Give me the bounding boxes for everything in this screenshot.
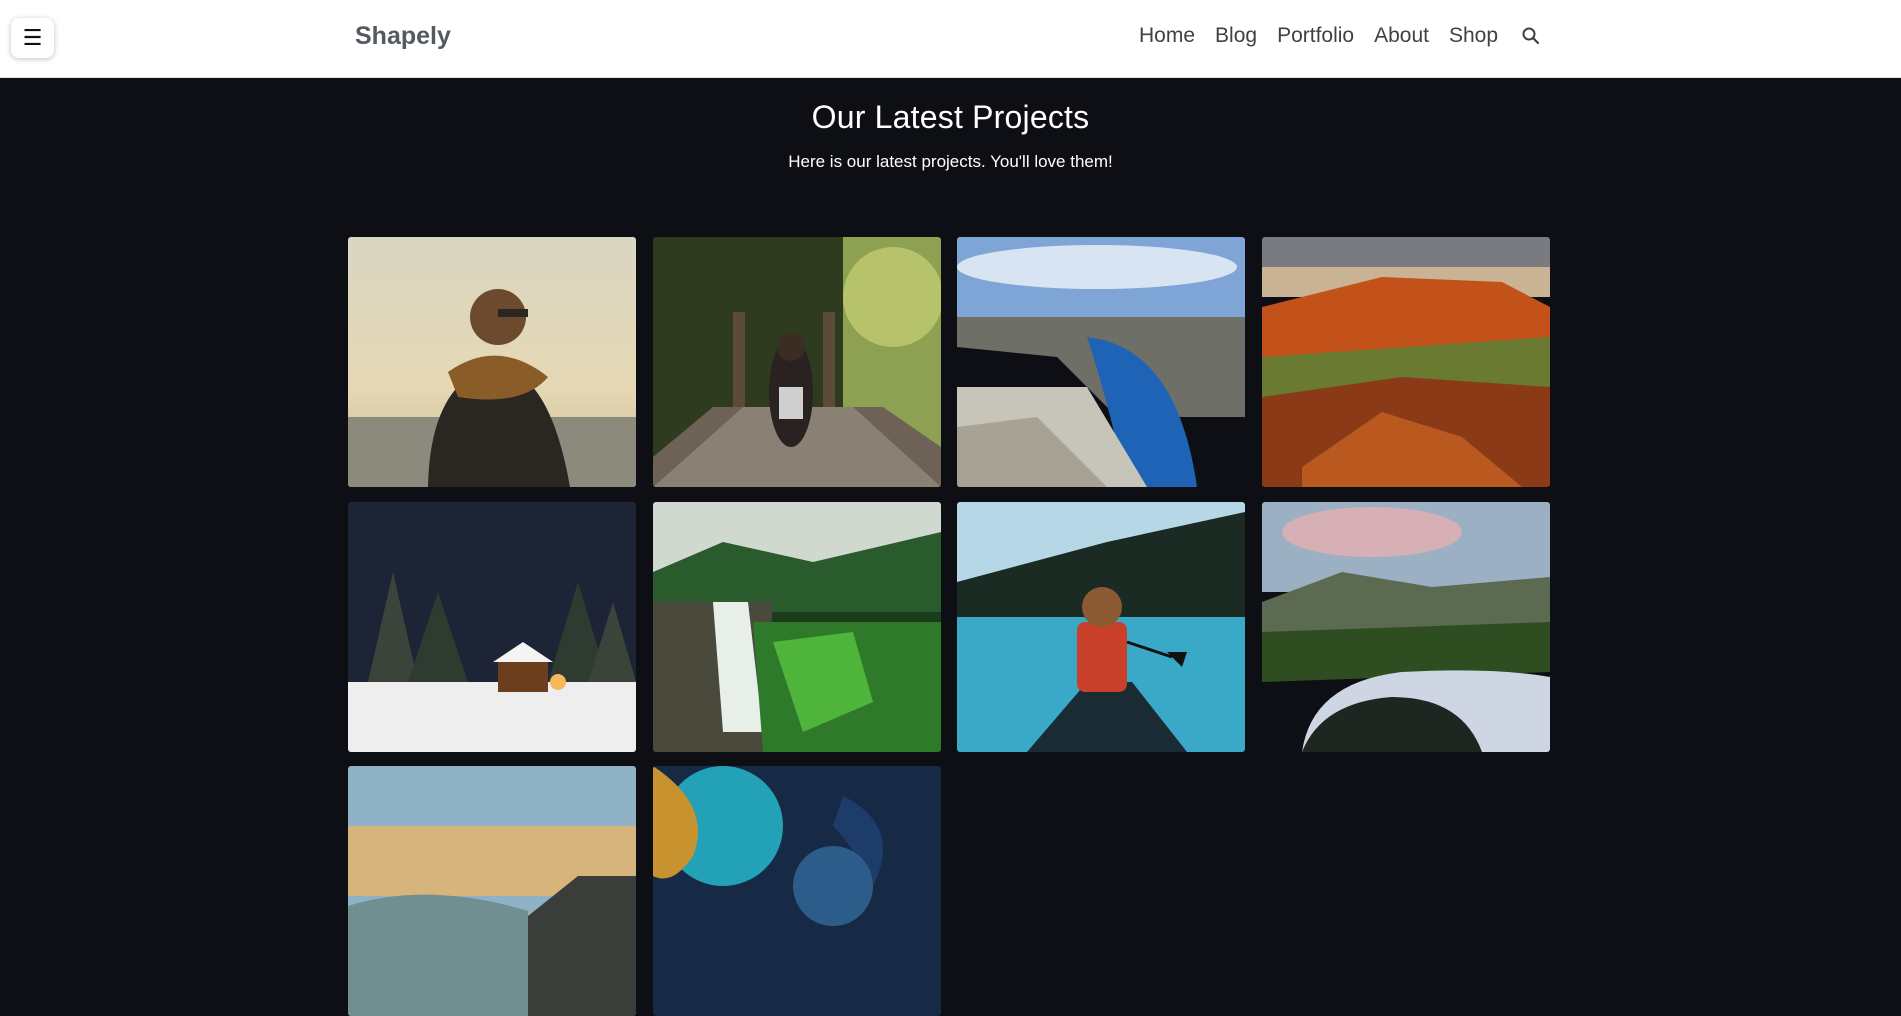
project-tile-mountain-lake[interactable]	[1262, 502, 1550, 752]
nav-home[interactable]: Home	[1139, 24, 1195, 48]
site-header: Shapely Home Blog Portfolio About Shop	[0, 0, 1901, 78]
nav-portfolio[interactable]: Portfolio	[1277, 24, 1354, 48]
coastal-wave-sunset-photo	[348, 766, 636, 1016]
projects-hero: Our Latest Projects Here is our latest p…	[0, 78, 1901, 172]
nav-blog[interactable]: Blog	[1215, 24, 1257, 48]
project-tile-canoe-lake[interactable]	[957, 502, 1245, 752]
project-tile-coastal-wave[interactable]	[348, 766, 636, 1016]
project-tile-snowy-cabin[interactable]	[348, 502, 636, 752]
abstract-ocean-aerial-photo	[653, 766, 941, 1016]
project-tile-fjord[interactable]	[957, 237, 1245, 487]
menu-toggle-button[interactable]: ☰	[11, 18, 54, 58]
site-logo[interactable]: Shapely	[355, 22, 451, 51]
snowy-cabin-night-photo	[348, 502, 636, 752]
nav-shop[interactable]: Shop	[1449, 24, 1498, 48]
project-tile-abstract-ocean[interactable]	[653, 766, 941, 1016]
main-nav: Home Blog Portfolio About Shop	[1139, 24, 1542, 48]
project-tile-red-canyon[interactable]	[1262, 237, 1550, 487]
man-scarf-beach-photo	[348, 237, 636, 487]
woman-canoe-lake-photo	[957, 502, 1245, 752]
project-tile-forest-waterfall[interactable]	[653, 502, 941, 752]
project-tile-forest-bridge[interactable]	[653, 237, 941, 487]
red-canyon-sunset-photo	[1262, 237, 1550, 487]
search-icon[interactable]	[1520, 25, 1542, 47]
mountain-lake-reflection-photo	[1262, 502, 1550, 752]
page-title: Our Latest Projects	[811, 99, 1090, 135]
fjord-cliff-photo	[957, 237, 1245, 487]
forest-waterfall-photo	[653, 502, 941, 752]
woman-forest-bridge-photo	[653, 237, 941, 487]
page-subtitle: Here is our latest projects. You'll love…	[788, 152, 1113, 171]
project-tile-man-scarf-beach[interactable]	[348, 237, 636, 487]
nav-about[interactable]: About	[1374, 24, 1429, 48]
